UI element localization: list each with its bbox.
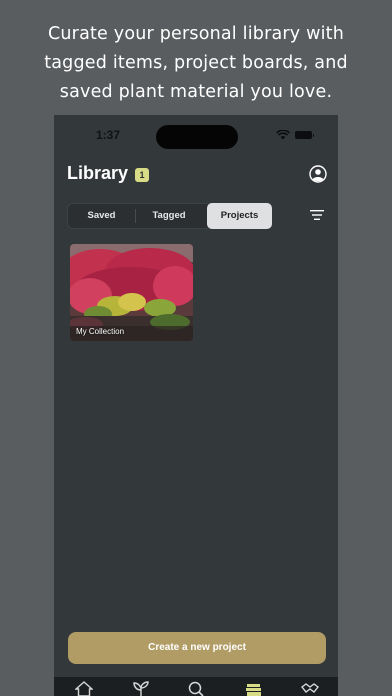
status-time: 1:37	[96, 128, 121, 142]
plant-icon[interactable]	[132, 681, 150, 696]
tab-tagged[interactable]: Tagged	[135, 204, 203, 228]
caption-line-1: Curate your personal library with	[47, 24, 345, 44]
status-bar: 1:37	[54, 115, 338, 155]
library-tabs: Saved Tagged Projects	[67, 203, 272, 229]
handshake-icon[interactable]	[301, 681, 319, 696]
count-badge: 1	[135, 168, 149, 182]
page-title: Library	[67, 163, 129, 183]
profile-icon[interactable]	[309, 165, 327, 183]
phone-screen: 1:37 Library 1 Saved Tagged Projects My …	[54, 115, 338, 696]
library-icon[interactable]	[245, 681, 263, 696]
create-project-button[interactable]: Create a new project	[68, 632, 326, 664]
sort-icon[interactable]	[310, 209, 324, 221]
dynamic-island	[156, 125, 238, 149]
caption-line-3: saved plant material you love.	[59, 82, 333, 102]
tab-projects[interactable]: Projects	[207, 203, 272, 229]
battery-icon	[295, 131, 314, 139]
search-icon[interactable]	[187, 681, 205, 696]
tab-saved[interactable]: Saved	[68, 204, 135, 228]
wifi-icon	[276, 130, 290, 140]
project-card-label: My Collection	[76, 327, 125, 336]
bottom-tab-bar	[54, 677, 338, 696]
home-icon[interactable]	[75, 681, 93, 696]
caption-line-2: tagged items, project boards, and	[44, 53, 348, 73]
project-card[interactable]: My Collection	[70, 244, 193, 341]
marketing-caption: Curate your personal library with tagged…	[0, 20, 392, 107]
